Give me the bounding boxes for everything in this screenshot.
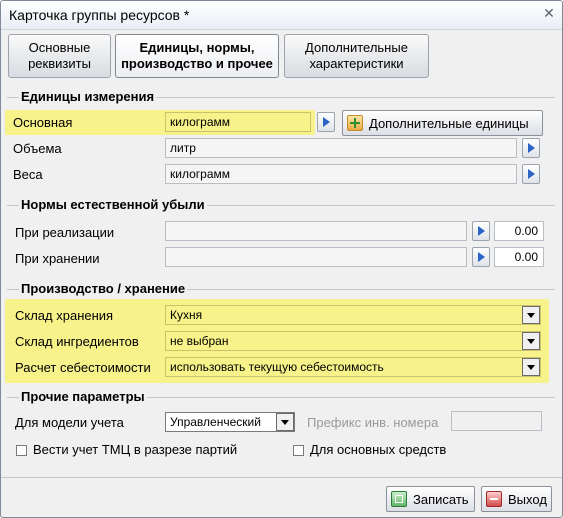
other-params-section-title: Прочие параметры (19, 389, 147, 404)
arrow-right-icon (528, 143, 535, 153)
tab-units-norms[interactable]: Единицы, нормы, производство и прочее (115, 34, 279, 78)
natural-loss-section: Нормы естественной убыли (7, 197, 555, 213)
cost-calculation-dropdown-button[interactable] (522, 358, 540, 376)
inventory-prefix-field[interactable] (451, 411, 542, 431)
production-section: Производство / хранение (7, 281, 555, 297)
save-button-label: Записать (413, 491, 469, 507)
chevron-down-icon (281, 420, 289, 425)
ingredients-warehouse-dropdown-button[interactable] (522, 332, 540, 350)
other-params-section: Прочие параметры (7, 389, 555, 405)
save-button[interactable]: Записать (386, 486, 475, 512)
loss-sale-select-button[interactable] (472, 221, 490, 241)
resource-group-card-window: Карточка группы ресурсов * ✕ Основные ре… (0, 0, 563, 518)
arrow-right-icon (478, 226, 485, 236)
tab-additional-characteristics-label: Дополнительные характеристики (305, 40, 408, 71)
main-unit-label: Основная (13, 115, 73, 130)
cost-calculation-label: Расчет себестоимости (15, 360, 151, 375)
cost-calculation-select[interactable]: использовать текущую себестоимость (165, 357, 541, 377)
fixed-assets-label: Для основных средств (310, 442, 447, 457)
save-icon (391, 491, 407, 507)
loss-storage-label: При хранении (15, 251, 100, 266)
volume-unit-label: Объема (13, 141, 62, 156)
weight-unit-label: Веса (13, 167, 43, 182)
warehouse-select[interactable]: Кухня (165, 305, 541, 325)
volume-unit-field[interactable]: литр (165, 138, 517, 158)
fixed-assets-checkbox[interactable] (293, 445, 304, 456)
main-unit-select-button[interactable] (317, 112, 335, 132)
tab-units-norms-label: Единицы, нормы, производство и прочее (121, 40, 273, 71)
chevron-down-icon (527, 365, 535, 370)
inventory-prefix-label: Префикс инв. номера (307, 415, 439, 430)
loss-storage-value[interactable]: 0.00 (494, 247, 544, 267)
exit-button[interactable]: Выход (481, 486, 552, 512)
ingredients-warehouse-value: не выбран (170, 334, 229, 348)
additional-units-button[interactable]: Дополнительные единицы (342, 110, 543, 136)
exit-icon (486, 491, 502, 507)
ingredients-warehouse-label: Склад ингредиентов (15, 334, 139, 349)
ingredients-warehouse-select[interactable]: не выбран (165, 331, 541, 351)
loss-sale-value[interactable]: 0.00 (494, 221, 544, 241)
units-section: Единицы измерения (7, 89, 555, 105)
footer-divider (1, 477, 562, 478)
cost-calculation-value: использовать текущую себестоимость (170, 360, 384, 374)
tab-main-details-label: Основные реквизиты (28, 40, 91, 71)
arrow-right-icon (478, 252, 485, 262)
weight-unit-select-button[interactable] (522, 164, 540, 184)
accounting-model-value: Управленческий (170, 415, 261, 429)
loss-storage-select-button[interactable] (472, 247, 490, 267)
chevron-down-icon (527, 313, 535, 318)
loss-sale-field[interactable] (165, 221, 467, 241)
close-icon[interactable]: ✕ (542, 6, 556, 20)
warehouse-label: Склад хранения (15, 308, 114, 323)
loss-sale-label: При реализации (15, 225, 115, 240)
warehouse-dropdown-button[interactable] (522, 306, 540, 324)
units-section-title: Единицы измерения (19, 89, 157, 104)
weight-unit-field[interactable]: килограмм (165, 164, 517, 184)
additional-units-button-label: Дополнительные единицы (369, 115, 529, 131)
main-unit-field[interactable]: килограмм (165, 112, 311, 132)
production-section-title: Производство / хранение (19, 281, 188, 296)
accounting-model-label: Для модели учета (15, 415, 124, 430)
arrow-right-icon (528, 169, 535, 179)
loss-storage-field[interactable] (165, 247, 467, 267)
volume-unit-select-button[interactable] (522, 138, 540, 158)
batch-accounting-label: Вести учет ТМЦ в разрезе партий (33, 442, 238, 457)
exit-button-label: Выход (508, 491, 547, 507)
title-bar: Карточка группы ресурсов * ✕ (1, 1, 562, 30)
window-title: Карточка группы ресурсов * (9, 7, 190, 23)
tab-additional-characteristics[interactable]: Дополнительные характеристики (284, 34, 429, 78)
accounting-model-dropdown-button[interactable] (276, 413, 294, 431)
batch-accounting-checkbox[interactable] (16, 445, 27, 456)
arrow-right-icon (323, 117, 330, 127)
warehouse-value: Кухня (170, 308, 203, 322)
tab-main-details[interactable]: Основные реквизиты (8, 34, 111, 78)
add-units-icon (347, 115, 363, 131)
chevron-down-icon (527, 339, 535, 344)
natural-loss-section-title: Нормы естественной убыли (19, 197, 207, 212)
